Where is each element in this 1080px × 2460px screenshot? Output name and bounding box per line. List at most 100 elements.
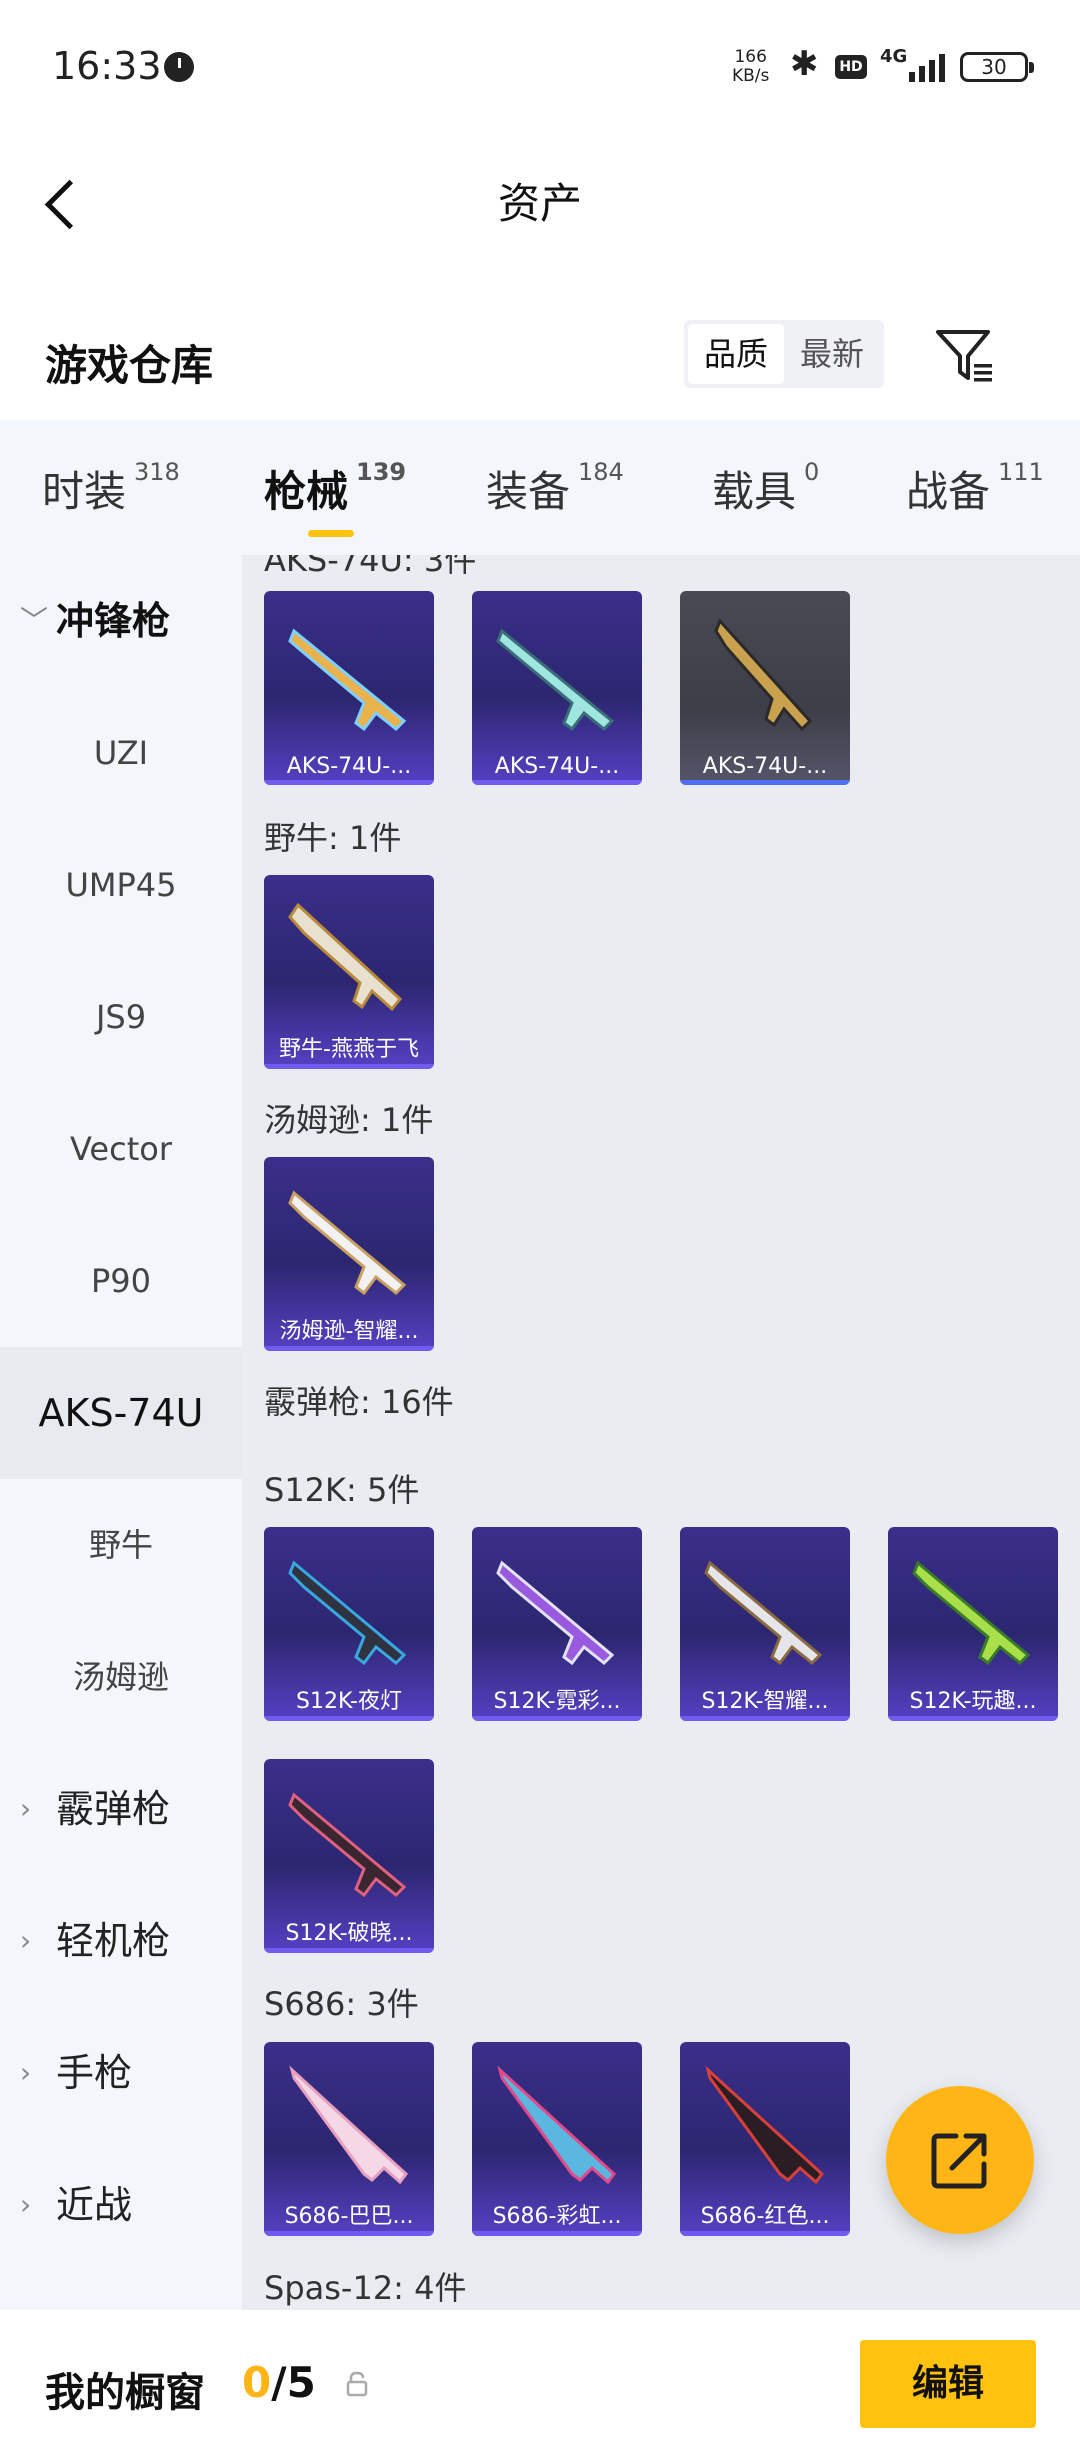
chevron-right-icon: › [20,1792,32,1825]
rifle-icon [496,1560,615,1666]
showcase-label: 我的橱窗 [45,2370,205,2416]
edit-button[interactable]: 编辑 [860,2340,1036,2428]
weapon-card-name: AKS-74U-... [286,754,412,779]
weapon-card-name: S12K-破晓... [285,1921,413,1946]
rifle-icon [288,628,407,732]
section-header-aks74u: AKS-74U: 3件 [264,555,477,579]
weapon-card-name: S12K-玩趣... [909,1689,1037,1714]
sidebar-category-melee[interactable]: › 近战 [0,2139,242,2271]
weapon-card[interactable]: AKS-74U-... [472,591,642,785]
sidebar-item-aks74u[interactable]: AKS-74U [0,1347,242,1479]
rifle-icon [288,1792,407,1898]
sidebar-item-thompson[interactable]: 汤姆逊 [0,1611,242,1743]
status-bar: 16:33 166 KB/s ✱ HD 4G 30 [0,0,1080,135]
weapon-grid: AKS-74U: 3件 AKS-74U-... AKS-74U-... AKS-… [242,555,1080,2310]
tab-guns[interactable]: 枪械 139 [264,458,407,537]
weapon-card-name: AKS-74U-... [494,754,620,779]
hd-icon: HD [835,55,867,79]
weapon-card[interactable]: S686-红色... [680,2042,850,2236]
sidebar-category-label: 近战 [56,2183,133,2227]
sidebar-item-p90[interactable]: P90 [0,1215,242,1347]
rifle-icon [704,1560,823,1666]
weapon-card[interactable]: 汤姆逊-智耀... [264,1157,434,1351]
sidebar-category-shotgun[interactable]: › 霰弹枪 [0,1743,242,1875]
sidebar-category-pistol[interactable]: › 手枪 [0,2007,242,2139]
warehouse-header: 游戏仓库 品质 最新 [0,300,1080,420]
weapon-card-name: 汤姆逊-智耀... [279,1319,419,1344]
share-button[interactable] [886,2086,1034,2234]
tab-label: 装备 [486,467,571,516]
sidebar-category-label: 轻机枪 [56,1919,171,1963]
section-header-s12k: S12K: 5件 [264,1471,420,1509]
weapon-card-name: S12K-霓彩... [493,1689,621,1714]
tab-count: 0 [804,458,820,486]
tab-vehicles[interactable]: 载具 0 [712,458,819,519]
rifle-icon [496,628,615,732]
weapon-sidebar: ﹀ 冲锋枪 UZI UMP45 JS9 Vector P90 AKS-74U 野… [0,555,242,2310]
tab-battle-gear[interactable]: 战备 111 [906,458,1044,519]
weapon-card[interactable]: S686-巴巴... [264,2042,434,2236]
weapon-card-name: AKS-74U-... [702,754,828,779]
tab-count: 111 [998,458,1044,486]
network-speed: 166 KB/s [732,48,769,86]
sidebar-item-ump45[interactable]: UMP45 [0,819,242,951]
share-icon [931,2133,987,2189]
weapon-card[interactable]: AKS-74U-... [680,591,850,785]
sort-quality-button[interactable]: 品质 [688,324,784,384]
sidebar-category-smg[interactable]: ﹀ 冲锋枪 [0,555,242,687]
section-header-bison: 野牛: 1件 [264,819,402,857]
showcase-total: /5 [271,2358,316,2407]
rifle-icon [714,618,813,732]
alarm-icon [164,52,194,82]
weapon-card[interactable]: S686-彩虹... [472,2042,642,2236]
showcase-current: 0 [242,2358,272,2407]
tab-label: 战备 [906,467,991,516]
weapon-card[interactable]: S12K-玩趣... [888,1527,1058,1721]
shotgun-icon [289,2065,409,2185]
tab-label: 载具 [712,467,797,516]
sidebar-category-label: 冲锋枪 [56,599,171,643]
rifle-icon [912,1560,1031,1666]
weapon-card-name: S686-红色... [700,2204,830,2229]
network-speed-value: 166 [734,47,767,67]
section-header-spas12: Spas-12: 4件 [264,2269,467,2307]
sidebar-category-lmg[interactable]: › 轻机枪 [0,1875,242,2007]
sidebar-item-bison[interactable]: 野牛 [0,1479,242,1611]
shotgun-icon [497,2065,617,2185]
weapon-card[interactable]: S12K-智耀... [680,1527,850,1721]
section-header-s686: S686: 3件 [264,1985,419,2023]
status-time: 16:33 [52,44,162,88]
tab-count: 139 [356,458,407,486]
warehouse-title: 游戏仓库 [45,341,214,390]
rifle-icon [288,902,403,1012]
tab-label: 枪械 [264,467,349,516]
battery-icon: 30 [960,52,1034,82]
tab-count: 318 [134,458,180,486]
rifle-icon [288,1190,407,1296]
tab-equipment[interactable]: 装备 184 [486,458,624,519]
weapon-card-name: S12K-夜灯 [295,1689,402,1714]
sidebar-item-uzi[interactable]: UZI [0,687,242,819]
chevron-down-icon: ﹀ [20,604,49,637]
weapon-card[interactable]: 野牛-燕燕于飞 [264,875,434,1069]
tab-fashion[interactable]: 时装 318 [42,458,180,519]
chevron-right-icon: › [20,1924,32,1957]
lock-icon [346,2371,368,2397]
weapon-card[interactable]: AKS-74U-... [264,591,434,785]
sidebar-item-js9[interactable]: JS9 [0,951,242,1083]
showcase-count: 0/5 [242,2358,316,2407]
tab-count: 184 [578,458,624,486]
weapon-card-name: S686-巴巴... [284,2204,414,2229]
sort-latest-button[interactable]: 最新 [784,324,880,384]
chevron-right-icon: › [20,2056,32,2089]
shotgun-icon [705,2065,825,2185]
sidebar-item-vector[interactable]: Vector [0,1083,242,1215]
weapon-card[interactable]: S12K-霓彩... [472,1527,642,1721]
signal-icon [905,52,947,82]
weapon-card[interactable]: S12K-夜灯 [264,1527,434,1721]
weapon-card[interactable]: S12K-破晓... [264,1759,434,1953]
filter-button[interactable] [930,320,1000,390]
showcase-bar: 我的橱窗 0/5 编辑 [0,2310,1080,2460]
weapon-card-name: S686-彩虹... [492,2204,622,2229]
bluetooth-icon: ✱ [790,44,819,84]
